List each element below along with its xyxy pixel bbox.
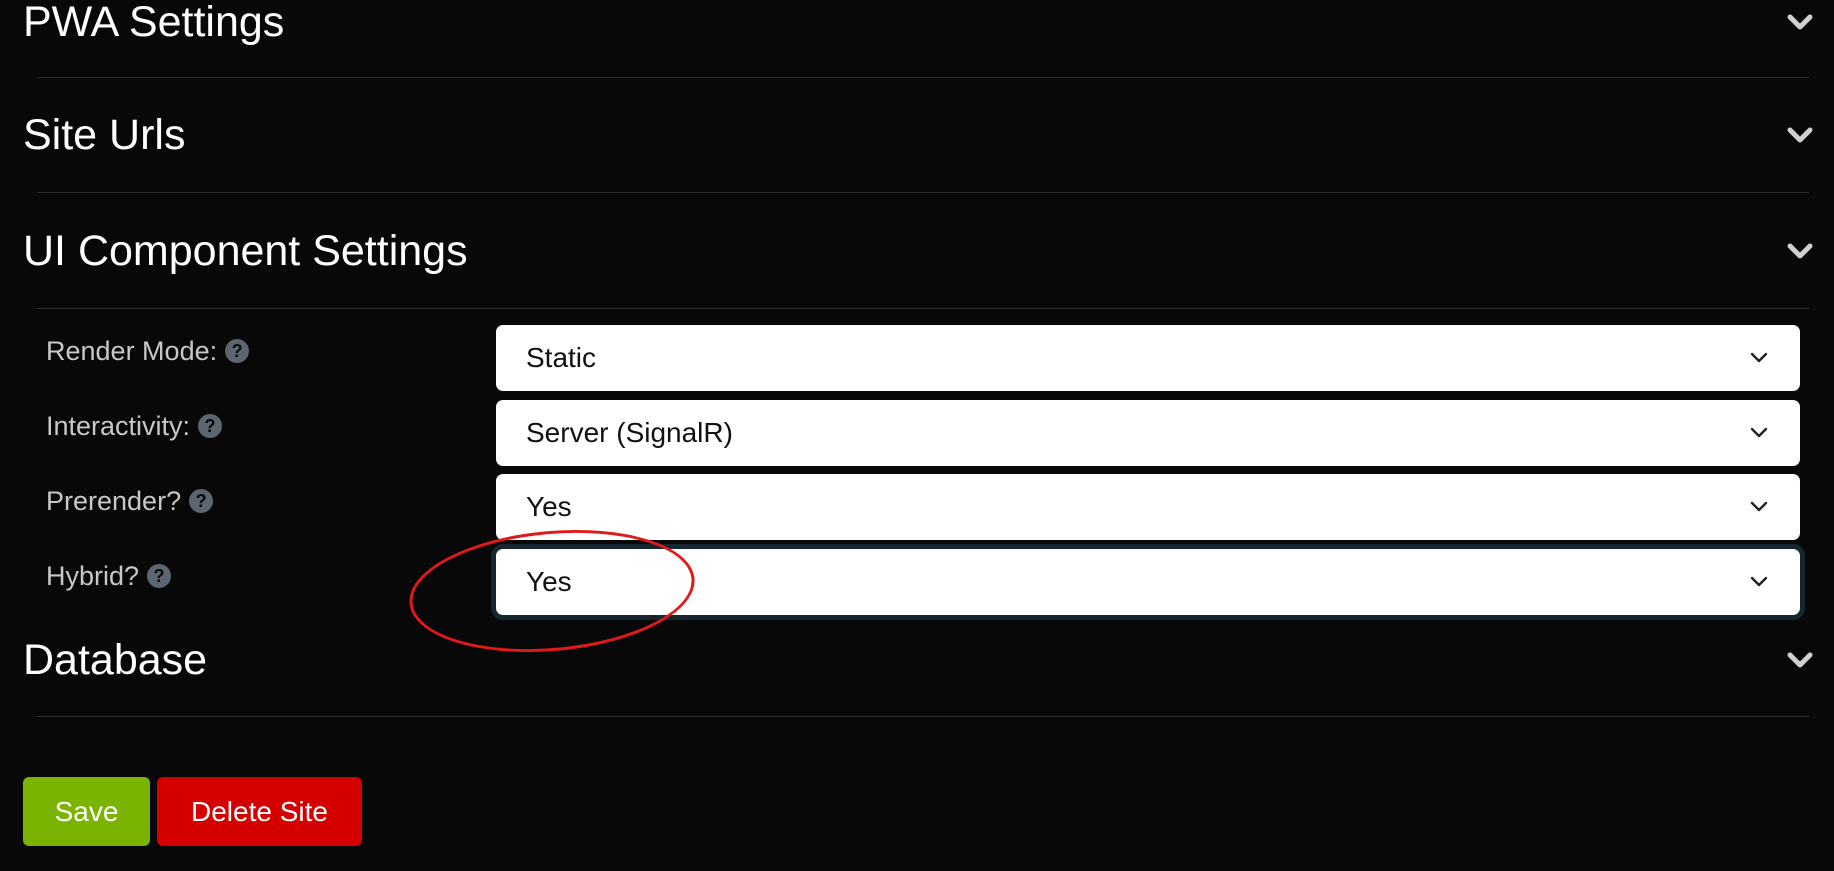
divider xyxy=(37,308,1809,309)
divider xyxy=(37,77,1809,78)
section-title: PWA Settings xyxy=(23,0,285,46)
chevron-down-icon xyxy=(1750,501,1768,512)
chevron-down-icon[interactable] xyxy=(1787,122,1813,148)
section-title: Site Urls xyxy=(23,110,186,159)
chevron-down-icon[interactable] xyxy=(1787,9,1813,35)
prerender-label: Prerender? ? xyxy=(46,481,214,521)
interactivity-label-text: Interactivity: xyxy=(46,410,191,441)
section-site-urls[interactable]: Site Urls xyxy=(23,105,1813,165)
chevron-down-icon[interactable] xyxy=(1787,238,1813,264)
hybrid-select[interactable]: Yes xyxy=(496,549,1800,615)
hybrid-label-text: Hybrid? xyxy=(46,560,140,591)
render-mode-value: Static xyxy=(526,342,597,373)
save-button[interactable]: Save xyxy=(23,777,150,846)
prerender-value: Yes xyxy=(526,491,572,522)
prerender-label-text: Prerender? xyxy=(46,485,182,516)
chevron-down-icon xyxy=(1750,352,1768,363)
render-mode-label: Render Mode: ? xyxy=(46,331,250,371)
chevron-down-icon[interactable] xyxy=(1787,647,1813,673)
interactivity-value: Server (SignalR) xyxy=(526,417,733,448)
divider xyxy=(37,192,1809,193)
chevron-down-icon xyxy=(1750,427,1768,438)
section-title: UI Component Settings xyxy=(23,226,468,275)
section-pwa-settings[interactable]: PWA Settings xyxy=(23,0,1813,52)
section-database[interactable]: Database xyxy=(23,630,1813,690)
render-mode-label-text: Render Mode: xyxy=(46,335,218,366)
delete-site-button[interactable]: Delete Site xyxy=(157,777,362,846)
interactivity-label: Interactivity: ? xyxy=(46,406,223,446)
help-icon[interactable]: ? xyxy=(225,339,250,363)
section-ui-component-settings[interactable]: UI Component Settings xyxy=(23,221,1813,281)
chevron-down-icon xyxy=(1750,576,1768,587)
divider xyxy=(37,716,1809,717)
section-title: Database xyxy=(23,635,208,684)
hybrid-value: Yes xyxy=(526,566,572,597)
prerender-select[interactable]: Yes xyxy=(496,474,1800,540)
site-settings-page: PWA Settings Site Urls UI Component Sett… xyxy=(0,0,1834,871)
render-mode-select[interactable]: Static xyxy=(496,325,1800,391)
help-icon[interactable]: ? xyxy=(189,489,214,513)
help-icon[interactable]: ? xyxy=(198,414,223,438)
interactivity-select[interactable]: Server (SignalR) xyxy=(496,400,1800,466)
hybrid-label: Hybrid? ? xyxy=(46,556,172,596)
help-icon[interactable]: ? xyxy=(147,564,172,588)
